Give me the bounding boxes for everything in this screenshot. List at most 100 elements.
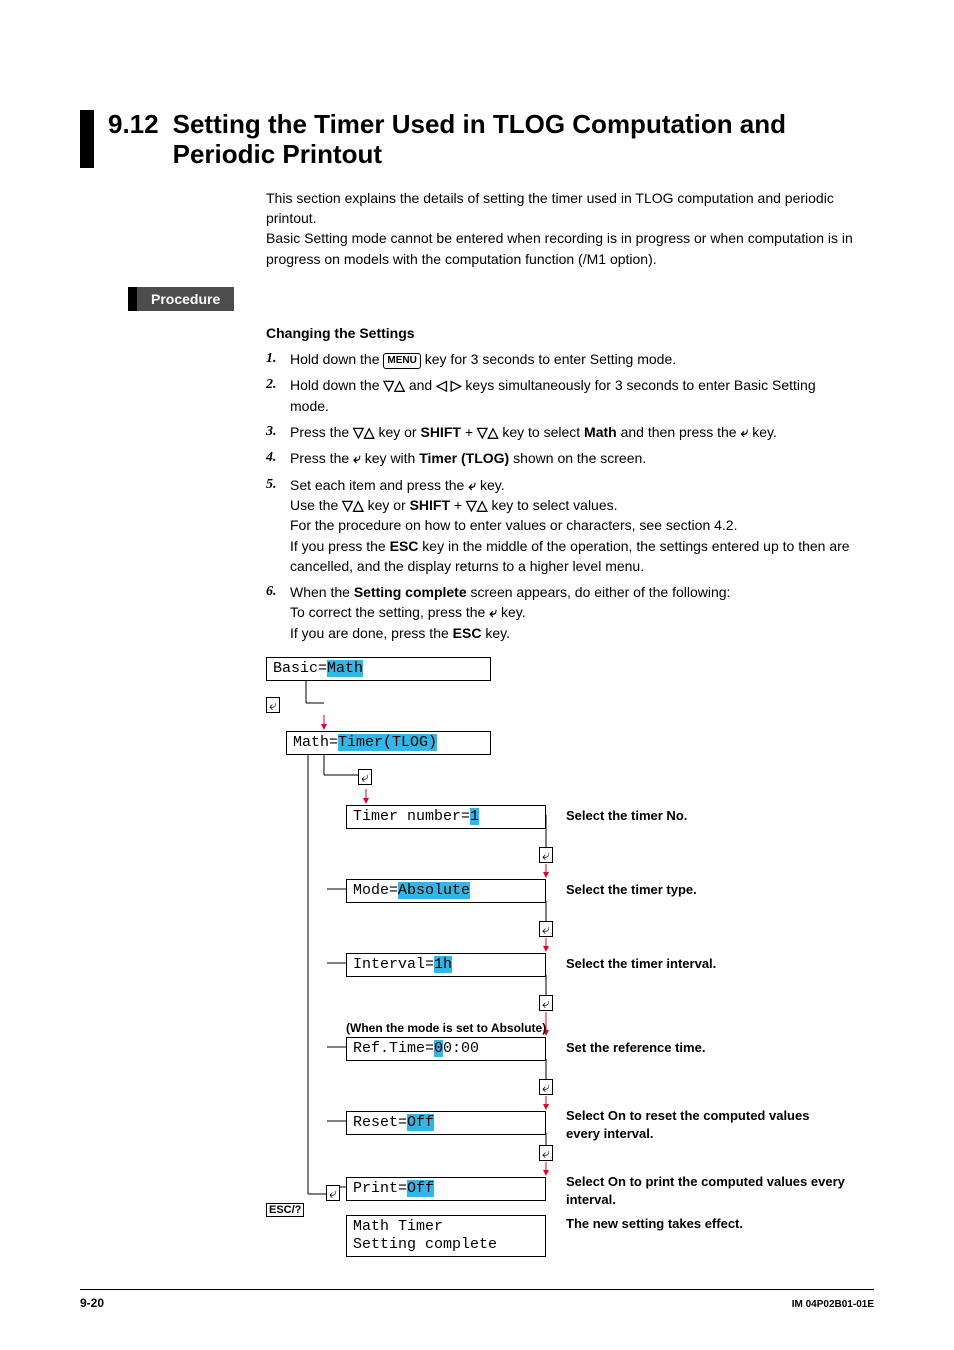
lcd-timer-number: Timer number=1 (346, 805, 546, 829)
step-6-line3-b: key. (481, 625, 510, 641)
step-3-text-f: key. (748, 424, 777, 440)
step-6-line1-b: screen appears, do either of the followi… (467, 584, 731, 600)
step-1: 1. Hold down the MENU key for 3 seconds … (266, 349, 854, 370)
lcd-mode-value: Absolute (398, 882, 470, 899)
step-6-line3-a: If you are done, press the (290, 625, 453, 641)
step-6-line2-b: key. (497, 604, 526, 620)
intro-paragraph-1: This section explains the details of set… (266, 188, 854, 229)
desc-mode: Select the timer type. (566, 881, 846, 899)
lcd-interval-label: Interval= (353, 956, 434, 973)
lcd-math-label: Math= (293, 734, 338, 751)
section-number: 9.12 (108, 110, 159, 140)
shift-key-label: SHIFT (410, 497, 450, 513)
lcd-basic-label: Basic= (273, 660, 327, 677)
lcd-interval: Interval=1h (346, 953, 546, 977)
esc-key-label: ESC (453, 625, 482, 641)
shift-key-label: SHIFT (420, 424, 460, 440)
lcd-print-value: Off (407, 1180, 434, 1197)
lcd-mode-label: Mode= (353, 882, 398, 899)
enter-key-icon: ⤶ (539, 847, 553, 863)
section-title: Setting the Timer Used in TLOG Computati… (173, 110, 874, 170)
procedure-accent (128, 287, 137, 311)
step-number: 5. (266, 475, 290, 576)
step-number: 1. (266, 349, 290, 370)
step-5-line2-b: key or (364, 497, 410, 513)
procedure-label: Procedure (137, 287, 234, 311)
step-5-line2-c: + (450, 497, 466, 513)
changing-settings-subhead: Changing the Settings (266, 325, 874, 341)
step-5-line2-d: key to select values. (488, 497, 618, 513)
step-6: 6. When the Setting complete screen appe… (266, 582, 854, 643)
enter-key-icon: ⤶ (539, 921, 553, 937)
step-3-text-e: and then press the (617, 424, 741, 440)
step-3-text-d: key to select (498, 424, 584, 440)
lcd-reftime: Ref.Time=00:00 (346, 1037, 546, 1061)
step-number: 6. (266, 582, 290, 643)
step-2: 2. Hold down the ▽△ and ◁ ▷ keys simulta… (266, 375, 854, 416)
step-4-text-c: shown on the screen. (509, 450, 646, 466)
down-up-key-icon: ▽△ (383, 377, 405, 393)
desc-interval: Select the timer interval. (566, 955, 846, 973)
lcd-timer-label: Timer number= (353, 808, 470, 825)
enter-key-icon: ⤶ (468, 477, 476, 493)
section-heading: 9.12 Setting the Timer Used in TLOG Comp… (80, 110, 874, 170)
heading-accent-bar (80, 110, 94, 168)
lcd-complete: Math Timer Setting complete (346, 1215, 546, 1257)
lcd-reftime-v2: 0:00 (443, 1040, 479, 1057)
desc-timer: Select the timer No. (566, 807, 846, 825)
lcd-print-label: Print= (353, 1180, 407, 1197)
step-list: 1. Hold down the MENU key for 3 seconds … (266, 349, 854, 643)
lcd-reftime-label: Ref.Time= (353, 1040, 434, 1057)
down-up-key-icon: ▽△ (353, 424, 375, 440)
step-5-line2-a: Use the (290, 497, 342, 513)
page-number: 9-20 (80, 1296, 104, 1310)
lcd-timer-value: 1 (470, 808, 479, 825)
down-up-key-icon: ▽△ (477, 424, 499, 440)
math-label: Math (584, 424, 617, 440)
intro-paragraph-2: Basic Setting mode cannot be entered whe… (266, 228, 854, 269)
lcd-math-value: Timer(TLOG) (338, 734, 437, 751)
step-4: 4. Press the ⤶ key with Timer (TLOG) sho… (266, 448, 854, 468)
step-number: 3. (266, 422, 290, 442)
step-3: 3. Press the ▽△ key or SHIFT + ▽△ key to… (266, 422, 854, 442)
enter-key-icon: ⤶ (358, 769, 372, 785)
enter-key-icon: ⤶ (489, 604, 497, 620)
step-1-text-a: Hold down the (290, 351, 383, 367)
lcd-basic-value: Math (327, 660, 363, 677)
lcd-reftime-v1: 0 (434, 1040, 443, 1057)
menu-key-icon: MENU (383, 353, 420, 370)
note-absolute: (When the mode is set to Absolute) (346, 1021, 546, 1035)
down-up-key-icon: ▽△ (342, 497, 364, 513)
document-id: IM 04P02B01-01E (792, 1299, 874, 1310)
step-6-line2-a: To correct the setting, press the (290, 604, 489, 620)
desc-print: Select On to print the computed values e… (566, 1173, 846, 1208)
lcd-reset-value: Off (407, 1114, 434, 1131)
lcd-math: Math=Timer(TLOG) (286, 731, 491, 755)
step-4-text-b: key with (361, 450, 419, 466)
desc-reftime: Set the reference time. (566, 1039, 846, 1057)
enter-key-icon: ⤶ (539, 995, 553, 1011)
step-5-line1-a: Set each item and press the (290, 477, 468, 493)
enter-key-icon: ⤶ (539, 1145, 553, 1161)
lcd-interval-value: 1h (434, 956, 452, 973)
footer-rule (80, 1289, 874, 1290)
enter-key-icon: ⤶ (266, 697, 280, 713)
left-right-key-icon: ◁ ▷ (436, 377, 461, 393)
procedure-heading: Procedure (128, 287, 874, 311)
step-3-text-a: Press the (290, 424, 353, 440)
step-5-line4-a: If you press the (290, 538, 390, 554)
enter-key-icon: ⤶ (539, 1079, 553, 1095)
lcd-complete-l1: Math Timer (353, 1218, 443, 1235)
step-4-text-a: Press the (290, 450, 353, 466)
setting-complete-label: Setting complete (354, 584, 467, 600)
enter-key-icon: ⤶ (353, 450, 361, 466)
lcd-print: Print=Off (346, 1177, 546, 1201)
step-6-line1-a: When the (290, 584, 354, 600)
lcd-basic: Basic=Math (266, 657, 491, 681)
timer-tlog-label: Timer (TLOG) (419, 450, 509, 466)
esc-key-label: ESC (390, 538, 419, 554)
step-2-text-b: and (405, 377, 436, 393)
step-number: 4. (266, 448, 290, 468)
desc-reset: Select On to reset the computed values e… (566, 1107, 846, 1142)
step-3-text-b: key or (375, 424, 421, 440)
